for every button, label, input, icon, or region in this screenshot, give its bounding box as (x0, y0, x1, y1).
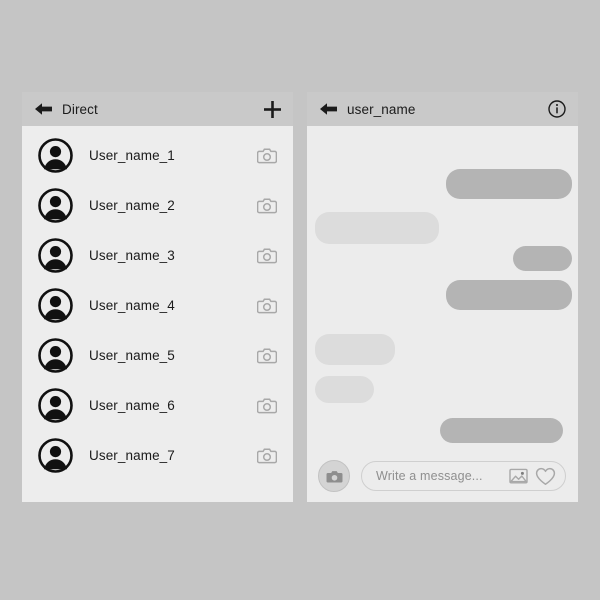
list-item[interactable]: User_name_4 (22, 280, 293, 330)
camera-button[interactable] (318, 460, 350, 492)
user-avatar-icon (38, 187, 73, 223)
list-item[interactable]: User_name_7 (22, 430, 293, 480)
camera-icon[interactable] (257, 147, 277, 164)
arrow-left-icon[interactable] (34, 102, 53, 116)
message-bubble-incoming[interactable] (315, 334, 395, 365)
arrow-left-icon[interactable] (319, 102, 338, 116)
message-bubble-incoming[interactable] (315, 212, 439, 244)
screen-root: Direct User_name_1 User_name_2 User_name… (0, 0, 600, 600)
camera-icon[interactable] (257, 447, 277, 464)
list-item-label: User_name_6 (89, 397, 175, 413)
message-bubble-outgoing[interactable] (446, 169, 572, 199)
message-bubble-outgoing[interactable] (440, 418, 563, 443)
chat-header-title: user_name (347, 101, 416, 117)
user-avatar-icon (38, 337, 73, 373)
list-item[interactable]: User_name_2 (22, 180, 293, 230)
user-avatar-icon (38, 237, 73, 273)
chat-header: user_name (307, 92, 578, 126)
direct-header-title: Direct (62, 101, 98, 117)
conversation-list[interactable]: User_name_1 User_name_2 User_name_3 User… (22, 126, 293, 502)
camera-icon[interactable] (257, 247, 277, 264)
user-avatar-icon (38, 287, 73, 323)
list-item[interactable]: User_name_1 (22, 130, 293, 180)
chat-panel: user_name Write a message... (307, 92, 578, 502)
list-item[interactable]: User_name_3 (22, 230, 293, 280)
message-input-field[interactable]: Write a message... (361, 461, 566, 491)
message-bubble-incoming[interactable] (315, 376, 374, 403)
user-avatar-icon (38, 437, 73, 473)
direct-list-panel: Direct User_name_1 User_name_2 User_name… (22, 92, 293, 502)
list-item-label: User_name_2 (89, 197, 175, 213)
message-thread[interactable] (307, 126, 578, 502)
message-bubble-outgoing[interactable] (446, 280, 572, 310)
direct-header: Direct (22, 92, 293, 126)
list-item[interactable]: User_name_6 (22, 380, 293, 430)
info-circle-icon[interactable] (548, 100, 566, 118)
photo-image-icon[interactable] (509, 467, 535, 485)
list-item-label: User_name_3 (89, 247, 175, 263)
list-item-label: User_name_5 (89, 347, 175, 363)
camera-icon[interactable] (257, 397, 277, 414)
message-input-bar: Write a message... (307, 450, 578, 502)
list-item-label: User_name_1 (89, 147, 175, 163)
message-bubble-outgoing[interactable] (513, 246, 572, 271)
camera-icon[interactable] (257, 197, 277, 214)
list-item[interactable]: User_name_5 (22, 330, 293, 380)
list-item-label: User_name_4 (89, 297, 175, 313)
message-input-placeholder: Write a message... (376, 469, 483, 483)
camera-icon[interactable] (257, 347, 277, 364)
heart-icon[interactable] (535, 467, 556, 486)
list-item-label: User_name_7 (89, 447, 175, 463)
camera-icon[interactable] (257, 297, 277, 314)
camera-icon (326, 469, 343, 484)
user-avatar-icon (38, 137, 73, 173)
plus-icon[interactable] (264, 100, 281, 118)
user-avatar-icon (38, 387, 73, 423)
